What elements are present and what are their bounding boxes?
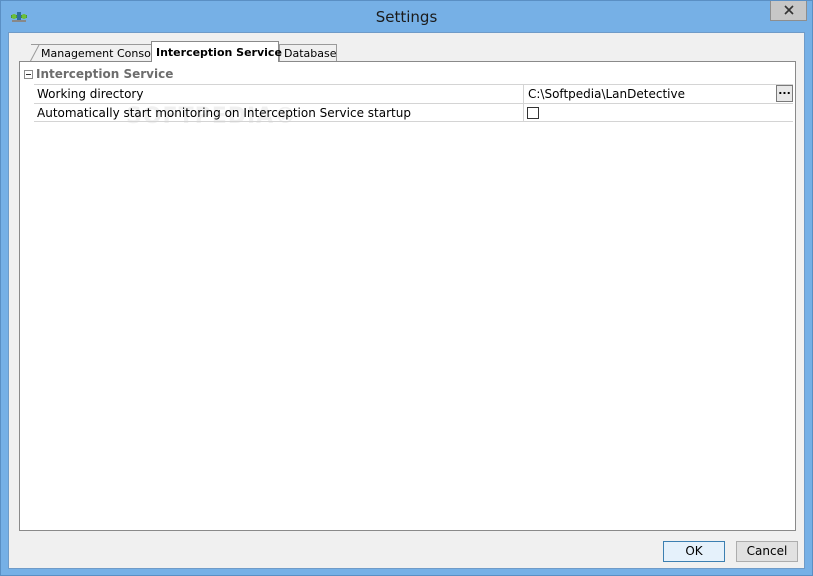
working-directory-value[interactable]: C:\Softpedia\LanDetective <box>528 87 685 101</box>
category-row[interactable]: Interception Service <box>22 66 793 84</box>
tab-management-console[interactable]: Management Console <box>30 44 161 62</box>
cancel-button[interactable]: Cancel <box>736 541 798 562</box>
tab-label: Database <box>284 47 337 60</box>
auto-start-checkbox[interactable] <box>527 107 539 119</box>
category-label: Interception Service <box>36 67 174 81</box>
property-name: Working directory <box>37 87 144 101</box>
dialog-client: Management Console Interception Service … <box>8 32 805 569</box>
tab-label: Interception Service <box>156 46 282 59</box>
tab-panel: SOFTPEDIA® Interception Service Working … <box>19 61 796 531</box>
property-grid: Interception Service Working directory C… <box>22 66 793 122</box>
column-divider <box>523 104 524 122</box>
browse-button[interactable]: ... <box>776 85 793 102</box>
close-button[interactable] <box>770 1 807 21</box>
property-row-working-directory[interactable]: Working directory C:\Softpedia\LanDetect… <box>34 84 793 103</box>
window-title: Settings <box>375 8 438 26</box>
close-icon <box>783 4 794 18</box>
title-bar[interactable]: Settings <box>1 1 812 32</box>
settings-window: Settings Management Console Interception… <box>0 0 813 576</box>
collapse-icon[interactable] <box>24 70 33 79</box>
column-divider <box>523 85 524 103</box>
property-row-auto-start[interactable]: Automatically start monitoring on Interc… <box>34 103 793 122</box>
property-name: Automatically start monitoring on Interc… <box>37 106 411 120</box>
tab-label: Management Console <box>41 47 161 60</box>
tab-strip: Management Console Interception Service … <box>23 41 363 62</box>
tab-database[interactable]: Database <box>279 44 337 61</box>
tab-interception-service[interactable]: Interception Service <box>151 41 282 62</box>
ok-button[interactable]: OK <box>663 541 725 562</box>
